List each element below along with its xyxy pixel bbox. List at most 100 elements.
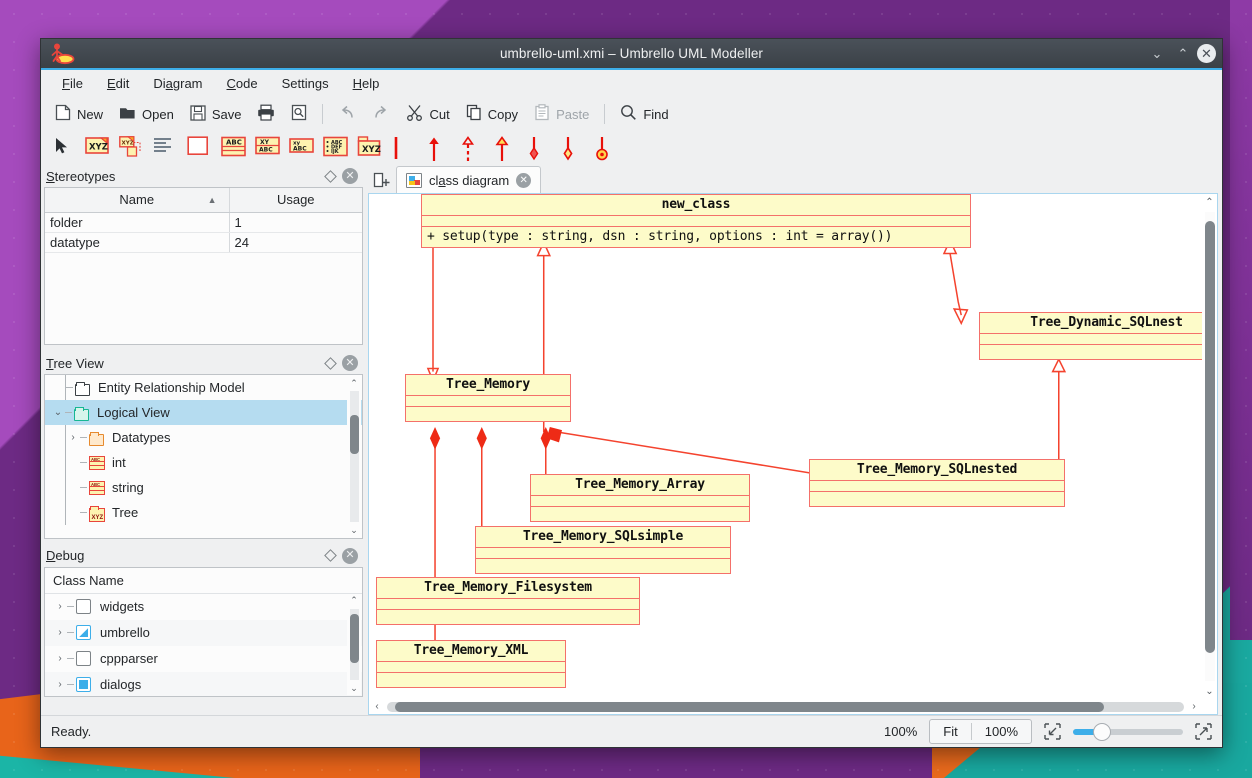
fit-to-window-icon[interactable] <box>1044 723 1061 740</box>
tab-class-diagram[interactable]: class diagram ✕ <box>396 166 541 193</box>
chevron-right-icon[interactable]: › <box>66 432 80 443</box>
menu-help[interactable]: Help <box>342 73 391 94</box>
empty-box-icon[interactable] <box>187 136 211 158</box>
tree-view-scrollbar[interactable]: ⌃ ⌄ <box>347 376 361 537</box>
save-button[interactable]: Save <box>182 102 250 127</box>
uml-class-tree-memory-sqlnested[interactable]: Tree_Memory_SQLnested <box>809 459 1065 507</box>
debug-row-dialogs[interactable]: › dialogs <box>45 672 362 697</box>
chevron-right-icon[interactable]: › <box>53 679 67 690</box>
scrollbar-track[interactable] <box>350 609 359 680</box>
scrollbar-thumb[interactable] <box>350 614 359 662</box>
checkbox-umbrello[interactable] <box>76 625 91 640</box>
chevron-down-icon[interactable]: ⌄ <box>51 407 65 418</box>
minimize-button[interactable]: ⌄ <box>1145 42 1169 66</box>
uml-class-tree-memory[interactable]: Tree_Memory <box>405 374 571 422</box>
uml-class-tree-memory-array[interactable]: Tree_Memory_Array <box>530 474 750 522</box>
scrollbar-thumb[interactable] <box>395 702 1104 712</box>
menu-code[interactable]: Code <box>216 73 269 94</box>
zoom-slider[interactable] <box>1073 729 1183 735</box>
tree-item-logical-view[interactable]: ⌄ Logical View <box>45 400 362 425</box>
redo-button[interactable] <box>364 102 398 127</box>
scroll-down-icon[interactable]: ⌄ <box>350 523 358 537</box>
close-dock-icon[interactable]: ✕ <box>342 168 358 184</box>
float-dock-icon[interactable] <box>324 357 337 370</box>
debug-scrollbar[interactable]: ⌃ ⌄ <box>347 594 361 695</box>
uml-class-tree-memory-xml[interactable]: Tree_Memory_XML <box>376 640 566 688</box>
close-dock-icon[interactable]: ✕ <box>342 548 358 564</box>
scrollbar-track[interactable] <box>387 702 1184 712</box>
new-tab-icon[interactable] <box>368 167 396 193</box>
new-button[interactable]: New <box>47 101 111 127</box>
zoom-slider-handle[interactable] <box>1093 723 1111 741</box>
expand-diagram-icon[interactable] <box>1195 723 1212 740</box>
close-button[interactable]: ✕ <box>1197 44 1216 63</box>
tree-item-int[interactable]: ABC int <box>45 450 362 475</box>
tab-close-icon[interactable]: ✕ <box>516 173 531 188</box>
uml-class-tree-memory-sqlsimple[interactable]: Tree_Memory_SQLsimple <box>475 526 731 574</box>
column-header-usage[interactable]: Usage <box>229 188 362 212</box>
scroll-right-icon[interactable]: › <box>1186 699 1202 714</box>
scrollbar-thumb[interactable] <box>1205 221 1215 652</box>
class-xyz-icon[interactable]: XYZ <box>85 136 109 158</box>
nested-class-icon[interactable]: XYZ <box>119 136 143 158</box>
tree-item-string[interactable]: ABC string <box>45 475 362 500</box>
tree-item-entity-relationship-model[interactable]: Entity Relationship Model <box>45 375 362 400</box>
menu-file[interactable]: File <box>51 73 94 94</box>
scroll-up-icon[interactable]: ⌃ <box>350 376 358 390</box>
checkbox-cppparser[interactable] <box>76 651 91 666</box>
tree-item-datatypes[interactable]: › Datatypes <box>45 425 362 450</box>
menu-settings[interactable]: Settings <box>271 73 340 94</box>
print-button[interactable] <box>249 101 283 127</box>
uml-class-tree-dynamic-sqlnest[interactable]: Tree_Dynamic_SQLnest <box>979 312 1202 360</box>
copy-button[interactable]: Copy <box>458 101 526 127</box>
abc-class-icon[interactable]: ABC <box>221 136 245 158</box>
pointer-select-icon[interactable] <box>51 136 75 158</box>
generalization-arrow-icon[interactable] <box>493 136 517 158</box>
package-xyz-icon[interactable]: XYZ <box>357 136 381 158</box>
debug-row-cppparser[interactable]: › cppparser <box>45 646 362 672</box>
scroll-up-icon[interactable]: ⌃ <box>350 594 358 608</box>
maximize-button[interactable]: ⌃ <box>1171 42 1195 66</box>
canvas-vertical-scrollbar[interactable]: ⌃ ⌄ <box>1202 194 1217 699</box>
chevron-right-icon[interactable]: › <box>53 601 67 612</box>
reset-zoom-button[interactable]: 100% <box>972 720 1031 743</box>
association-arrow-icon[interactable] <box>425 136 449 158</box>
menu-diagram[interactable]: Diagram <box>142 73 213 94</box>
undo-button[interactable] <box>330 102 364 127</box>
chevron-right-icon[interactable]: › <box>53 653 67 664</box>
xy-abc-small-icon[interactable]: xyABC <box>289 136 313 158</box>
abc-def-ijk-icon[interactable]: ABCDEFIJK <box>323 136 347 158</box>
diagram-canvas[interactable]: new_class + setup(type : string, dsn : s… <box>369 194 1202 699</box>
line-red-icon[interactable] <box>391 136 415 158</box>
find-button[interactable]: Find <box>612 101 676 127</box>
debug-row-widgets[interactable]: › widgets <box>45 594 362 620</box>
checkbox-dialogs[interactable] <box>76 677 91 692</box>
scroll-up-icon[interactable]: ⌃ <box>1205 194 1213 210</box>
debug-row-umbrello[interactable]: › umbrello <box>45 620 362 646</box>
scrollbar-thumb[interactable] <box>350 415 359 454</box>
scrollbar-track[interactable] <box>350 391 359 522</box>
menu-edit[interactable]: Edit <box>96 73 140 94</box>
dashed-arrow-icon[interactable] <box>459 136 483 158</box>
print-preview-button[interactable] <box>283 101 315 127</box>
canvas-horizontal-scrollbar[interactable]: ‹ › <box>369 699 1202 714</box>
table-row[interactable]: folder 1 <box>45 212 362 232</box>
uml-class-new-class[interactable]: new_class + setup(type : string, dsn : s… <box>421 194 971 248</box>
interface-ball-icon[interactable] <box>595 136 619 158</box>
float-dock-icon[interactable] <box>324 170 337 183</box>
cut-button[interactable]: Cut <box>398 101 457 127</box>
xy-abc-icon[interactable]: XYABC <box>255 136 279 158</box>
tree-item-tree[interactable]: XYZ Tree <box>45 500 362 525</box>
column-header-name[interactable]: Name ▲ <box>45 188 229 212</box>
debug-column-header[interactable]: Class Name <box>45 568 362 594</box>
text-lines-icon[interactable] <box>153 136 177 158</box>
checkbox-widgets[interactable] <box>76 599 91 614</box>
uml-class-tree-memory-filesystem[interactable]: Tree_Memory_Filesystem <box>376 577 640 625</box>
aggregation-hollow-icon[interactable] <box>561 136 585 158</box>
scroll-down-icon[interactable]: ⌄ <box>1205 683 1213 699</box>
open-button[interactable]: Open <box>111 102 182 126</box>
table-row[interactable]: datatype 24 <box>45 232 362 252</box>
paste-button[interactable]: Paste <box>526 101 597 127</box>
chevron-right-icon[interactable]: › <box>53 627 67 638</box>
fit-zoom-button[interactable]: Fit <box>930 720 970 743</box>
